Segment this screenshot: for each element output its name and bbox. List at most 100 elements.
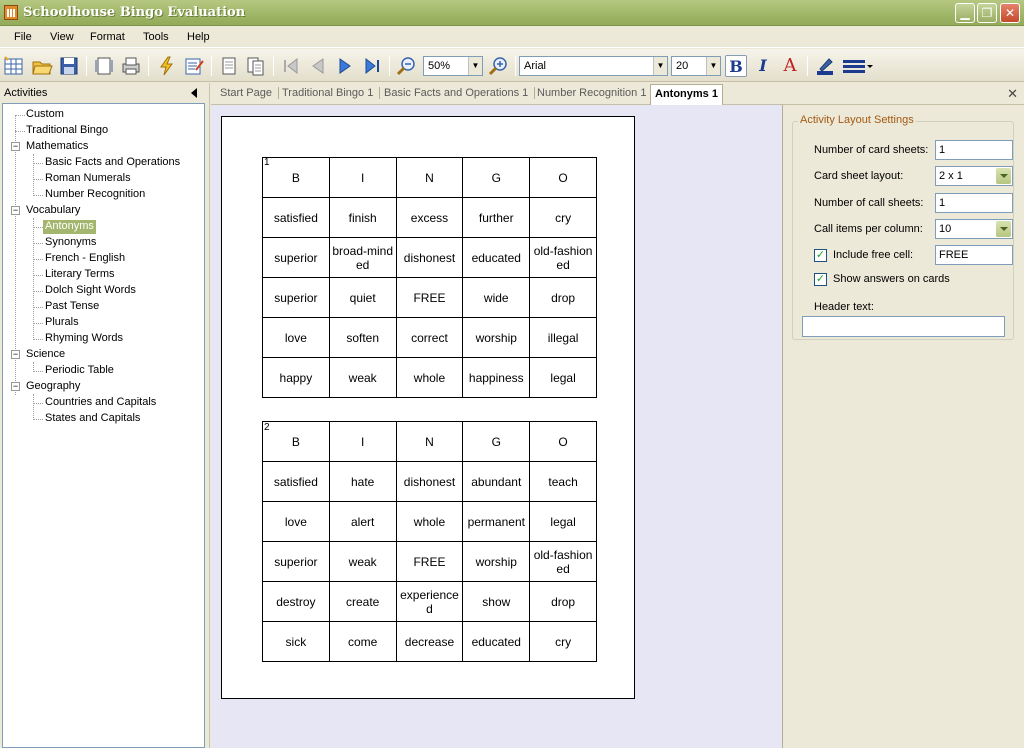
card-cell: satisfied: [262, 461, 330, 502]
card-cell: finish: [328, 197, 397, 238]
font-select[interactable]: Arial ▼: [519, 56, 668, 76]
tree-item-mathematics[interactable]: Mathematics: [24, 140, 90, 154]
card-header-letter: I: [328, 421, 397, 462]
tree-item-periodic-table[interactable]: Periodic Table: [43, 364, 116, 378]
panel-splitter[interactable]: [205, 83, 210, 748]
show-answers-checkbox[interactable]: ✓: [814, 273, 827, 286]
tree-item-plurals[interactable]: Plurals: [43, 316, 81, 330]
vocabulary-expander[interactable]: −: [11, 206, 20, 215]
card-row: love soften correct worship illegal: [262, 317, 597, 358]
free-cell-input[interactable]: FREE: [935, 245, 1013, 265]
tree-item-french-english[interactable]: French - English: [43, 252, 127, 266]
next-page-button[interactable]: [334, 55, 356, 77]
tree-item-custom[interactable]: Custom: [24, 108, 66, 122]
card-sheets-input[interactable]: 1: [935, 140, 1013, 160]
tree-item-antonyms[interactable]: Antonyms: [43, 220, 96, 234]
tree-item-rhyming-words[interactable]: Rhyming Words: [43, 332, 125, 346]
multi-page-button[interactable]: [245, 55, 267, 77]
zoom-select[interactable]: 50% ▼: [423, 56, 483, 76]
zoom-in-icon: [488, 57, 507, 76]
tree-item-traditional-bingo[interactable]: Traditional Bingo: [24, 124, 110, 138]
font-color-button[interactable]: A: [779, 55, 801, 77]
minimize-button[interactable]: ▁: [955, 3, 975, 23]
tree-item-science[interactable]: Science: [24, 348, 67, 362]
activities-header: Activities: [0, 83, 205, 103]
science-expander[interactable]: −: [11, 350, 20, 359]
call-sheets-input[interactable]: 1: [935, 193, 1013, 213]
card-cell: FREE: [395, 541, 464, 582]
card-header-letter: N: [395, 157, 464, 198]
app-icon: [4, 5, 18, 20]
tree-item-geography[interactable]: Geography: [24, 380, 82, 394]
font-size-value: 20: [676, 60, 689, 72]
card-row: superior quiet FREE wide drop: [262, 277, 597, 318]
highlight-button[interactable]: [814, 55, 836, 77]
line-style-button[interactable]: [842, 55, 874, 77]
card-header-letter: G: [462, 421, 531, 462]
italic-button[interactable]: I: [752, 55, 774, 77]
tree-item-dolch-sight-words[interactable]: Dolch Sight Words: [43, 284, 138, 298]
close-tab-icon[interactable]: ✕: [1007, 86, 1018, 102]
zoom-out-button[interactable]: [395, 55, 417, 77]
first-page-button[interactable]: [280, 55, 302, 77]
tree-item-basic-facts[interactable]: Basic Facts and Operations: [43, 156, 182, 170]
free-cell-checkbox[interactable]: ✓: [814, 249, 827, 262]
checkmark-icon: ✓: [815, 273, 826, 285]
card-header-letter: O: [529, 157, 597, 198]
generate-button[interactable]: [156, 55, 178, 77]
maximize-button[interactable]: ❐: [977, 3, 997, 23]
menu-help[interactable]: Help: [187, 31, 210, 43]
tree-item-states-capitals[interactable]: States and Capitals: [43, 412, 142, 426]
bingo-card-1: B I N G Osatisfied finish excess further cry supe…: [262, 157, 597, 398]
zoom-in-button[interactable]: [487, 55, 509, 77]
mathematics-expander[interactable]: −: [11, 142, 20, 151]
tree-item-vocabulary[interactable]: Vocabulary: [24, 204, 82, 218]
card-cell: permanent: [462, 501, 531, 542]
tree-item-past-tense[interactable]: Past Tense: [43, 300, 101, 314]
card-cell: weak: [328, 541, 397, 582]
open-button[interactable]: [31, 55, 53, 77]
geography-expander[interactable]: −: [11, 382, 20, 391]
page-setup-button[interactable]: [93, 55, 115, 77]
bold-button[interactable]: B: [725, 55, 747, 77]
call-items-select[interactable]: 10: [935, 219, 1013, 239]
tab-number-recognition-1[interactable]: Number Recognition 1: [537, 87, 654, 99]
call-items-value: 10: [939, 223, 952, 235]
tree-item-synonyms[interactable]: Synonyms: [43, 236, 98, 250]
menu-tools[interactable]: Tools: [143, 31, 169, 43]
tab-traditional-bingo-1[interactable]: Traditional Bingo 1: [282, 87, 381, 99]
card-cell: educated: [462, 237, 531, 278]
tree-item-literary-terms[interactable]: Literary Terms: [43, 268, 116, 282]
folder-open-icon: [32, 61, 53, 75]
menu-view[interactable]: View: [50, 31, 74, 43]
single-page-button[interactable]: [218, 55, 240, 77]
card-cell: old-fashioned: [529, 541, 597, 582]
new-activity-button[interactable]: [3, 55, 25, 77]
tab-antonyms-1[interactable]: Antonyms 1: [650, 84, 723, 105]
chevron-down-icon: ▼: [706, 57, 720, 75]
font-size-select[interactable]: 20 ▼: [671, 56, 721, 76]
layout-select[interactable]: 2 x 1: [935, 166, 1013, 186]
last-page-button[interactable]: [361, 55, 383, 77]
previous-page-button[interactable]: [307, 55, 329, 77]
edit-items-button[interactable]: [183, 55, 205, 77]
card-cell: old-fashioned: [529, 237, 597, 278]
tree-item-roman-numerals[interactable]: Roman Numerals: [43, 172, 133, 186]
header-text-input[interactable]: [802, 316, 1005, 337]
tree-item-number-recognition[interactable]: Number Recognition: [43, 188, 147, 202]
print-button[interactable]: [120, 55, 142, 77]
menu-file[interactable]: File: [14, 31, 32, 43]
close-button[interactable]: ✕: [1000, 3, 1020, 23]
card-cell: legal: [529, 357, 597, 398]
tree-item-countries-capitals[interactable]: Countries and Capitals: [43, 396, 158, 410]
card-row: superior weak FREE worship old-fashioned: [262, 541, 597, 582]
card-header-row: BINGO: [262, 157, 597, 198]
card-cell: worship: [462, 317, 531, 358]
menu-format[interactable]: Format: [90, 31, 125, 43]
tab-start-page[interactable]: Start Page: [220, 87, 279, 99]
tab-basic-facts-1[interactable]: Basic Facts and Operations 1: [384, 87, 536, 99]
card-row: sick come decrease educated cry: [262, 621, 597, 662]
card-cell: drop: [529, 581, 597, 622]
collapse-left-icon[interactable]: [191, 88, 197, 98]
save-button[interactable]: [58, 55, 80, 77]
